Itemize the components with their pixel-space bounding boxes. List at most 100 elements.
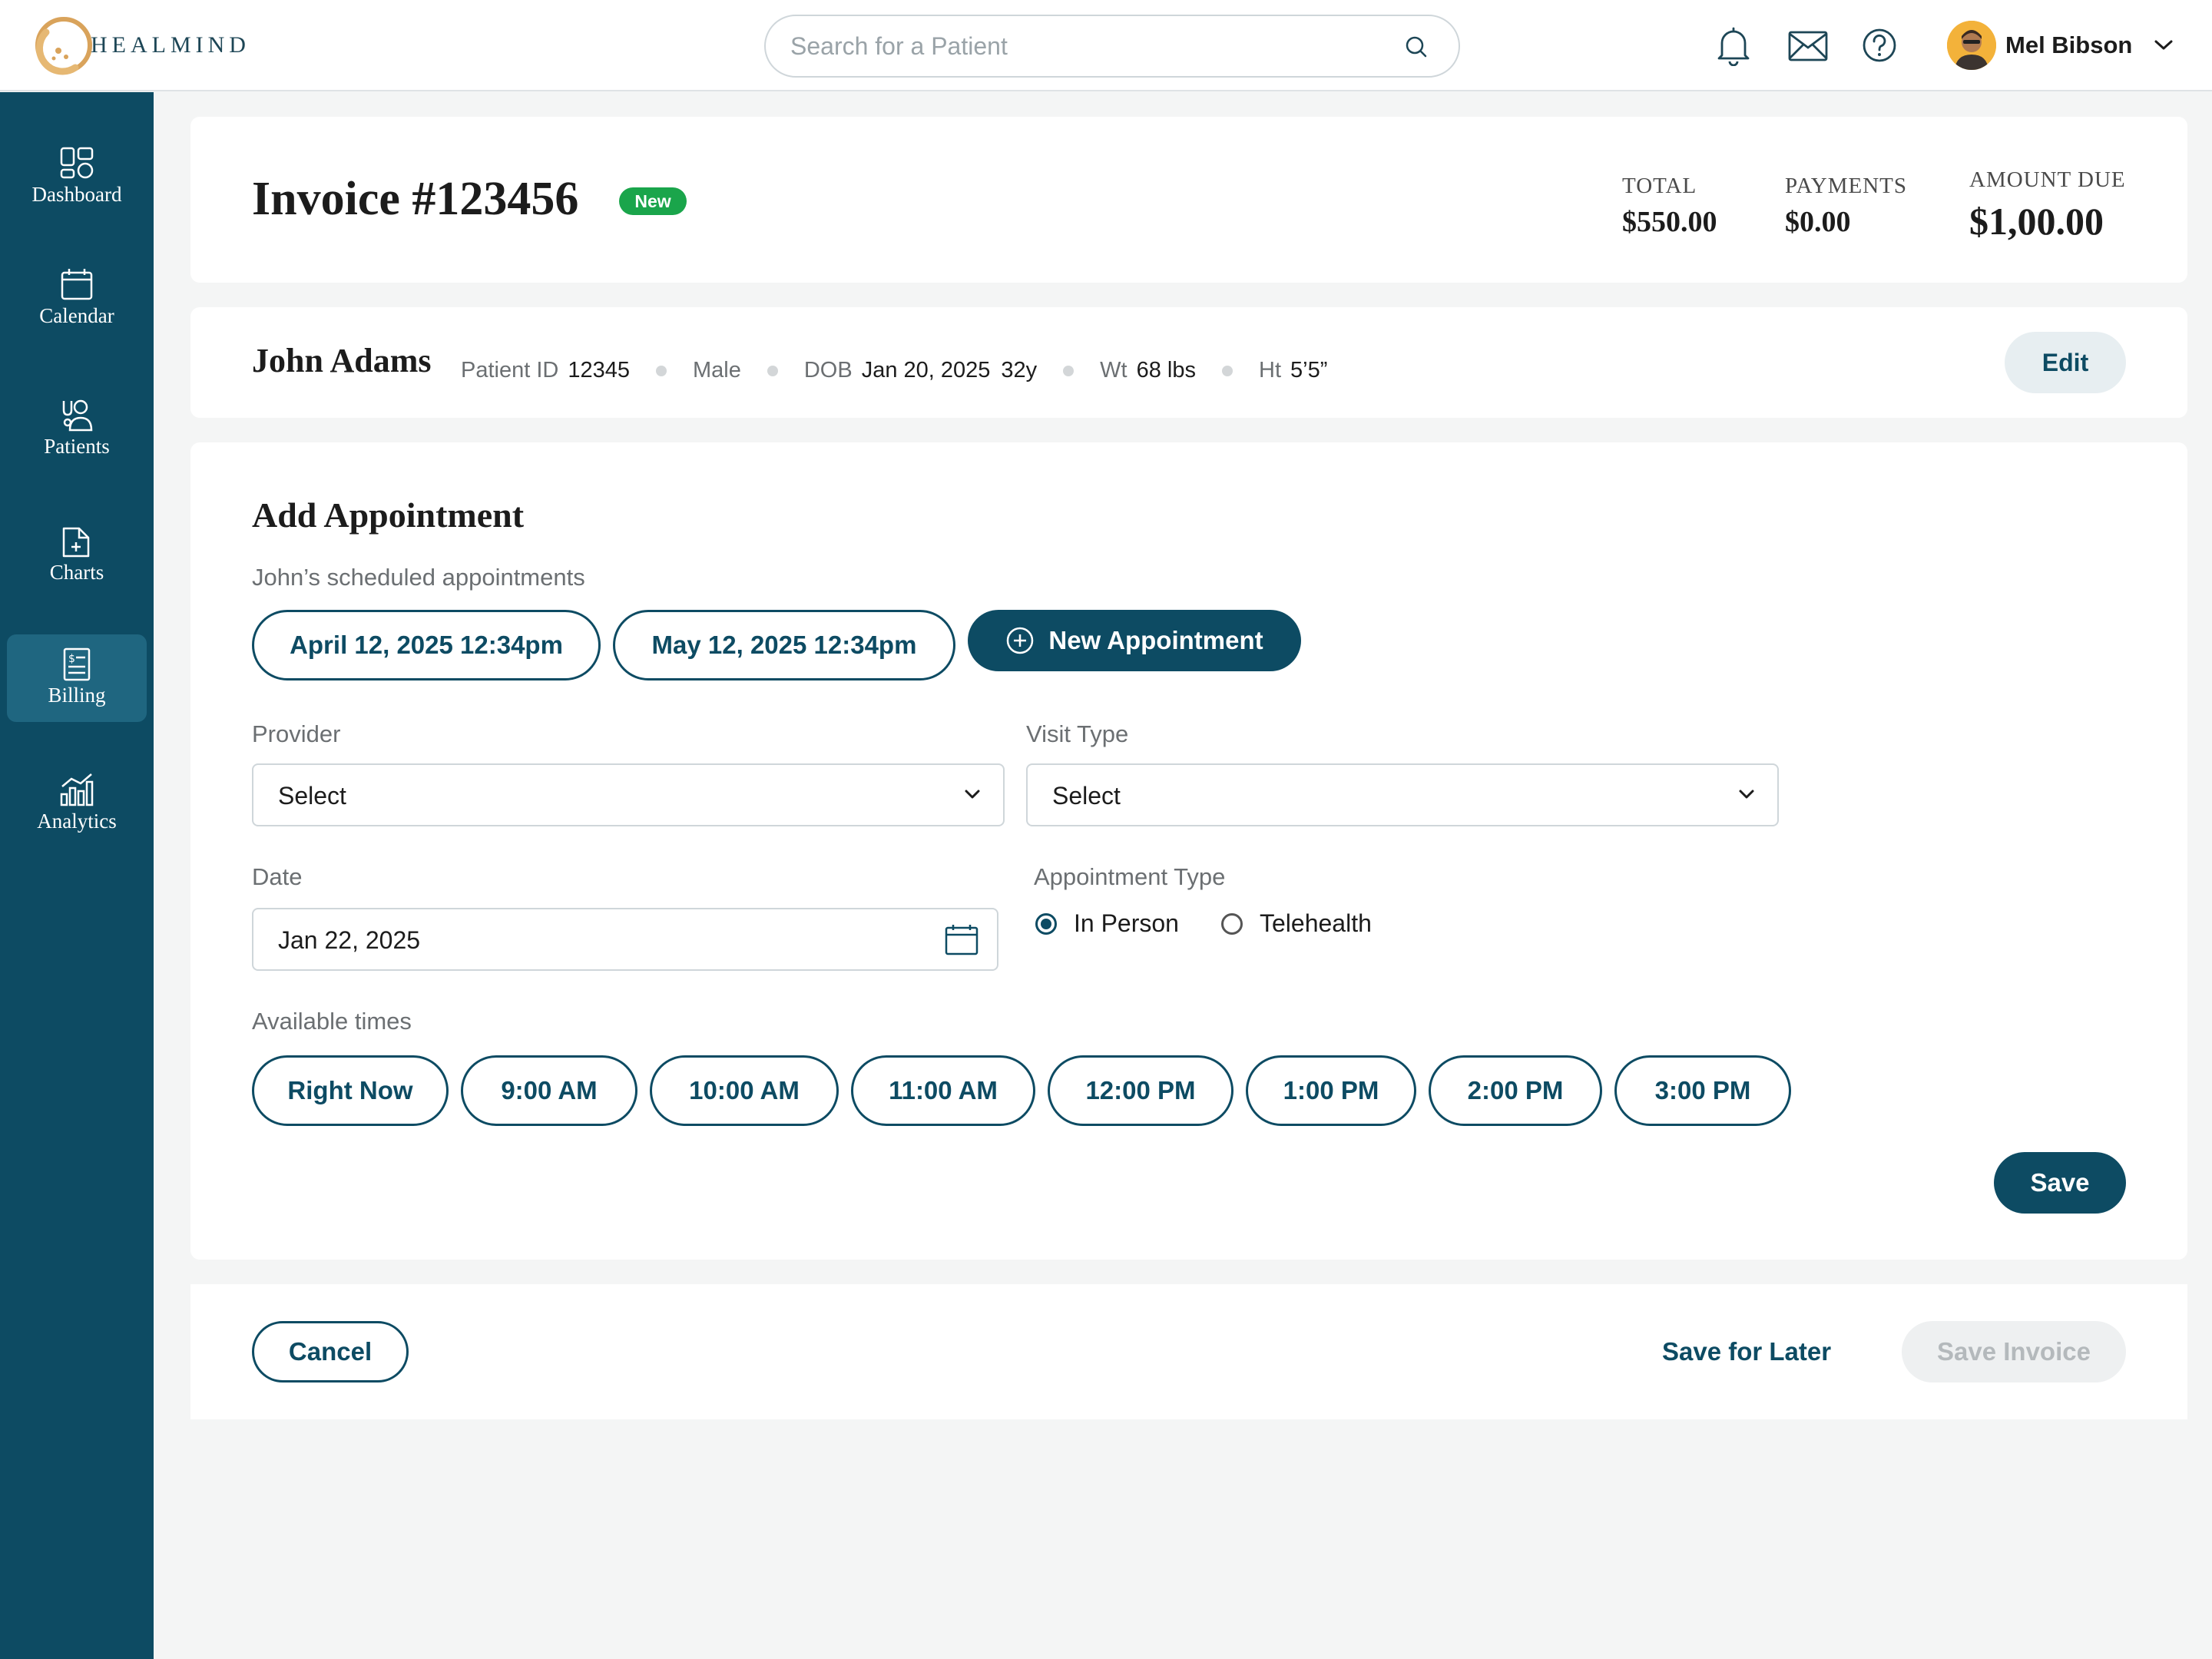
sidebar-item-dashboard[interactable]: Dashboard bbox=[7, 134, 147, 221]
new-appointment-label: New Appointment bbox=[1048, 626, 1263, 654]
analytics-icon bbox=[60, 773, 94, 806]
patient-info-card: John Adams Patient ID 12345 Male DOB Jan… bbox=[190, 307, 2187, 418]
sidebar-item-calendar[interactable]: Calendar bbox=[7, 255, 147, 343]
amount-due-value: $1,00.00 bbox=[1969, 200, 2104, 243]
calendar-icon bbox=[61, 269, 93, 300]
invoice-title: Invoice #123456 bbox=[252, 173, 579, 225]
notification-bell-icon[interactable] bbox=[1716, 26, 1751, 66]
separator-dot bbox=[1063, 365, 1075, 376]
chevron-down-icon bbox=[965, 790, 980, 799]
time-slot-button[interactable]: 2:00 PM bbox=[1429, 1055, 1602, 1126]
user-menu[interactable]: Mel Bibson bbox=[1947, 20, 2174, 71]
add-appointment-card: Add Appointment John’s scheduled appoint… bbox=[190, 442, 2187, 1260]
time-slot-button[interactable]: 11:00 AM bbox=[851, 1055, 1035, 1126]
time-slot-button[interactable]: 3:00 PM bbox=[1614, 1055, 1791, 1126]
save-for-later-button[interactable]: Save for Later bbox=[1662, 1321, 1831, 1382]
patient-search bbox=[764, 15, 1460, 78]
healmind-logo-icon bbox=[35, 17, 92, 75]
logo-text: HEALMIND bbox=[91, 32, 250, 58]
sidebar-item-label: Charts bbox=[49, 561, 104, 584]
radio-label: In Person bbox=[1074, 909, 1179, 937]
edit-patient-button[interactable]: Edit bbox=[2005, 332, 2126, 393]
visit-type-label: Visit Type bbox=[1026, 720, 1129, 747]
sidebar-item-charts[interactable]: Charts bbox=[7, 512, 147, 599]
patient-age: 32y bbox=[1001, 358, 1038, 382]
provider-select[interactable]: Select bbox=[252, 763, 1005, 826]
save-label: Save bbox=[2030, 1168, 2090, 1197]
weight-label: Wt bbox=[1100, 358, 1128, 382]
chevron-down-icon[interactable] bbox=[2154, 39, 2174, 51]
radio-label: Telehealth bbox=[1260, 909, 1372, 937]
help-icon[interactable] bbox=[1862, 28, 1897, 63]
date-label: Date bbox=[252, 863, 303, 890]
invoice-amount-due: AMOUNT DUE $1,00.00 bbox=[1969, 167, 2126, 243]
dob-value: Jan 20, 2025 bbox=[861, 358, 991, 382]
date-value: Jan 22, 2025 bbox=[278, 926, 421, 954]
dashboard-icon bbox=[60, 147, 94, 179]
search-icon[interactable] bbox=[1403, 34, 1429, 60]
patients-icon bbox=[62, 399, 93, 432]
save-invoice-button[interactable]: Save Invoice bbox=[1902, 1321, 2126, 1382]
status-badge: New bbox=[619, 187, 687, 215]
sidebar-item-patients[interactable]: Patients bbox=[7, 386, 147, 473]
chevron-down-icon bbox=[1739, 790, 1754, 799]
patient-id-label: Patient ID bbox=[461, 358, 559, 382]
svg-text:$: $ bbox=[68, 653, 75, 665]
visit-type-select-value: Select bbox=[1052, 782, 1121, 810]
available-times-label: Available times bbox=[252, 1008, 412, 1035]
radio-selected-icon bbox=[1035, 912, 1057, 935]
sidebar-item-label: Analytics bbox=[37, 810, 117, 833]
patient-meta: Patient ID 12345 Male DOB Jan 20, 2025 3… bbox=[461, 358, 1327, 383]
sidebar-item-billing[interactable]: $ Billing bbox=[7, 634, 147, 722]
invoice-total: TOTAL $550.00 bbox=[1622, 174, 1717, 239]
search-input[interactable] bbox=[790, 28, 1389, 64]
plus-circle-icon bbox=[1007, 627, 1034, 654]
patient-name: John Adams bbox=[252, 342, 432, 379]
provider-select-value: Select bbox=[278, 782, 346, 810]
sidebar-item-analytics[interactable]: Analytics bbox=[7, 760, 147, 848]
total-label: TOTAL bbox=[1622, 174, 1697, 198]
separator-dot bbox=[656, 365, 667, 376]
cancel-button[interactable]: Cancel bbox=[252, 1321, 409, 1382]
time-slot-button[interactable]: Right Now bbox=[252, 1055, 449, 1126]
separator-dot bbox=[767, 365, 778, 376]
sidebar-item-label: Calendar bbox=[39, 304, 114, 327]
billing-icon: $ bbox=[63, 647, 91, 681]
dob-label: DOB bbox=[803, 358, 853, 382]
appointment-type-label: Appointment Type bbox=[1034, 863, 1226, 890]
time-slot-button[interactable]: 10:00 AM bbox=[650, 1055, 839, 1126]
payments-label: PAYMENTS bbox=[1785, 174, 1907, 198]
visit-type-select[interactable]: Select bbox=[1026, 763, 1779, 826]
provider-label: Provider bbox=[252, 720, 341, 747]
amount-due-label: AMOUNT DUE bbox=[1969, 167, 2126, 192]
radio-in-person[interactable]: In Person bbox=[1035, 909, 1179, 938]
sidebar-item-label: Billing bbox=[48, 684, 106, 707]
time-slot-button[interactable]: 9:00 AM bbox=[461, 1055, 637, 1126]
time-slot-button[interactable]: 1:00 PM bbox=[1246, 1055, 1416, 1126]
user-name: Mel Bibson bbox=[2005, 31, 2133, 58]
sidebar-item-label: Dashboard bbox=[31, 183, 122, 206]
app-logo[interactable]: HEALMIND bbox=[31, 12, 250, 78]
new-appointment-button[interactable]: New Appointment bbox=[968, 610, 1301, 671]
save-appointment-button[interactable]: Save bbox=[1994, 1152, 2126, 1214]
scheduled-appointments-label: John’s scheduled appointments bbox=[252, 564, 585, 591]
weight-value: 68 lbs bbox=[1136, 358, 1196, 382]
height-label: Ht bbox=[1259, 358, 1281, 382]
total-value: $550.00 bbox=[1622, 206, 1717, 238]
section-title: Add Appointment bbox=[252, 495, 525, 535]
payments-value: $0.00 bbox=[1785, 206, 1851, 238]
avatar bbox=[1947, 21, 1996, 70]
radio-unselected-icon bbox=[1221, 912, 1243, 935]
calendar-icon[interactable] bbox=[943, 923, 980, 957]
scheduled-appointment-chip[interactable]: April 12, 2025 12:34pm bbox=[252, 610, 601, 680]
top-bar: HEALMIND Mel Bibson bbox=[0, 0, 2212, 91]
patient-sex: Male bbox=[693, 358, 741, 382]
date-field[interactable]: Jan 22, 2025 bbox=[252, 908, 998, 971]
radio-telehealth[interactable]: Telehealth bbox=[1221, 909, 1372, 938]
time-slot-button[interactable]: 12:00 PM bbox=[1048, 1055, 1233, 1126]
avatar-image bbox=[1947, 21, 1996, 70]
mail-icon[interactable] bbox=[1788, 31, 1828, 61]
scheduled-appointment-chip[interactable]: May 12, 2025 12:34pm bbox=[613, 610, 955, 680]
invoice-payments: PAYMENTS $0.00 bbox=[1785, 174, 1907, 239]
sidebar: Dashboard Calendar Patients Charts $ Bil… bbox=[0, 92, 154, 1659]
